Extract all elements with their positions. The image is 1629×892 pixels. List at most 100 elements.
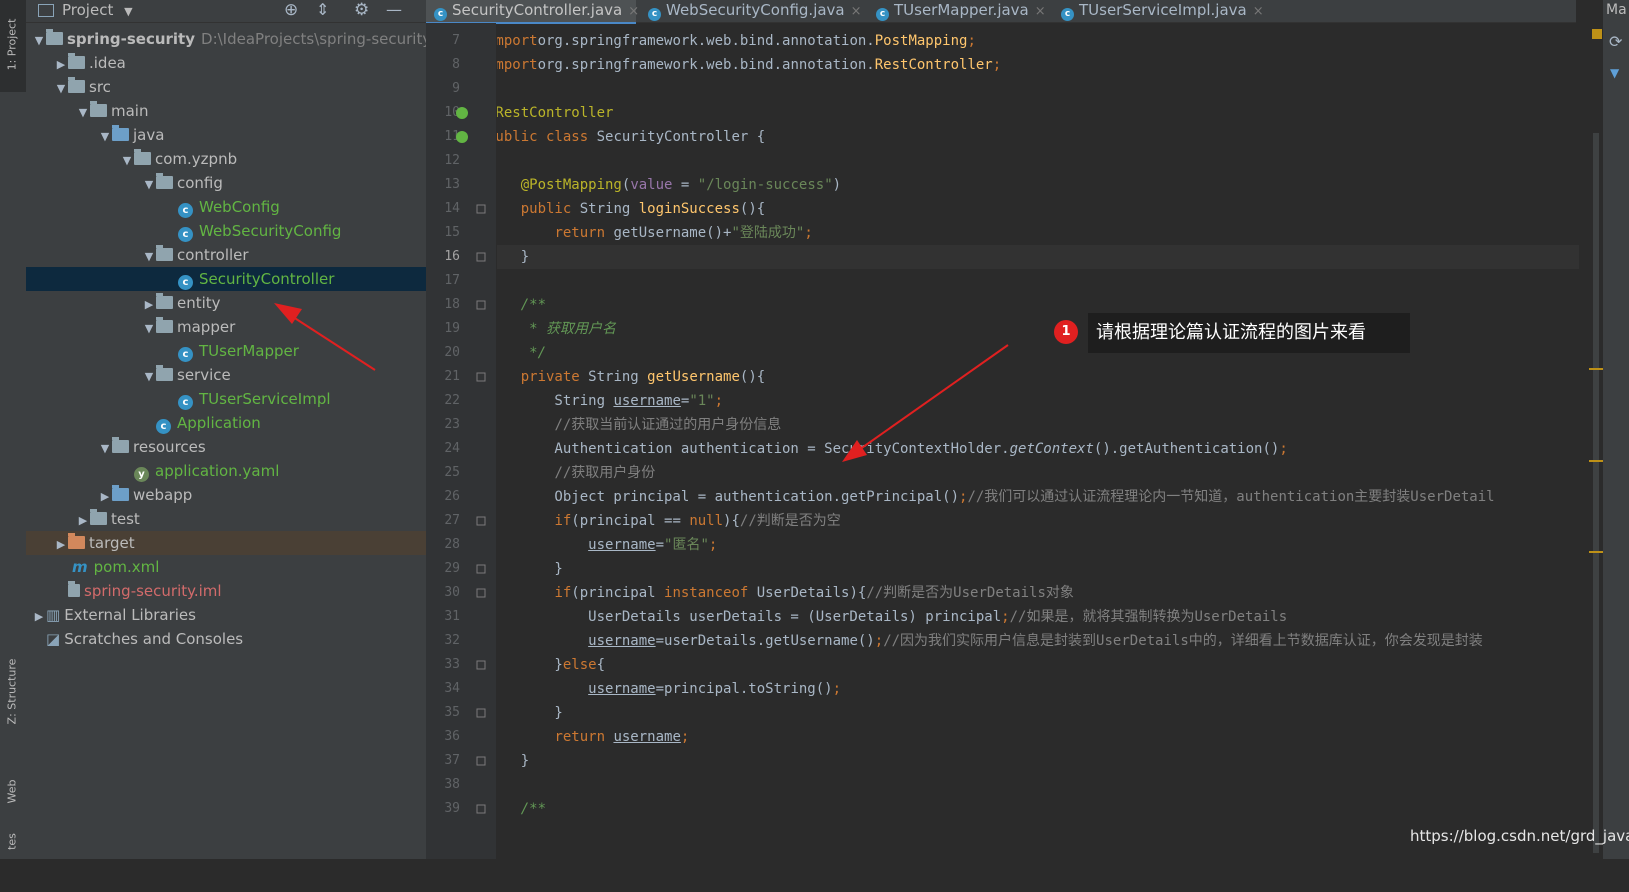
expand-down-icon[interactable]: ▼ <box>32 29 46 53</box>
tree-item[interactable]: spring-security.iml <box>26 579 426 603</box>
tree-item[interactable]: ▼ resources <box>26 435 426 459</box>
code-line: String username="1"; <box>497 389 723 413</box>
code-token: if <box>554 513 572 529</box>
java-class-icon: c <box>1061 8 1074 21</box>
tree-item[interactable]: ▶ test <box>26 507 426 531</box>
folder-icon <box>68 533 85 549</box>
code-token: ) <box>832 177 842 193</box>
java-class-icon: c <box>178 347 193 362</box>
folder-icon <box>156 293 173 309</box>
favorites-tool-tab[interactable]: tes <box>2 830 24 859</box>
java-class-icon: c <box>648 8 661 21</box>
tree-item[interactable]: c SecurityController <box>26 267 426 291</box>
fold-marker <box>476 252 486 262</box>
expand-down-icon[interactable]: ▼ <box>142 173 156 197</box>
tree-item[interactable]: ▶ webapp <box>26 483 426 507</box>
refresh-icon[interactable]: ⟳ <box>1609 32 1622 51</box>
tree-item[interactable]: c Application <box>26 411 426 435</box>
callout-number-badge: 1 <box>1054 320 1078 344</box>
tree-item-label: controller <box>177 246 249 264</box>
expand-down-icon[interactable]: ▼ <box>142 245 156 269</box>
tree-item[interactable]: c TUserServiceImpl <box>26 387 426 411</box>
expand-down-icon[interactable]: ▼ <box>76 101 90 125</box>
scratches-icon: ◪ <box>46 630 61 648</box>
expand-down-icon[interactable]: ▼ <box>98 125 112 149</box>
expand-down-icon[interactable]: ▼ <box>120 149 134 173</box>
expand-down-icon[interactable]: ▼ <box>54 77 68 101</box>
project-tool-tab[interactable]: 1: Project <box>0 0 26 92</box>
code-line: if(principal instanceof UserDetails){//判… <box>497 581 1073 605</box>
code-editor[interactable]: importorg.springframework.web.bind.annot… <box>497 23 1589 859</box>
scroll-thumb[interactable] <box>1593 133 1599 853</box>
tree-item[interactable]: ▶ .idea <box>26 51 426 75</box>
tree-item[interactable]: ▼ com.yzpnb <box>26 147 426 171</box>
expand-right-icon[interactable]: ▶ <box>54 53 68 77</box>
expand-right-icon[interactable]: ▶ <box>54 533 68 557</box>
expand-down-icon[interactable]: ▼ <box>142 317 156 341</box>
expand-right-icon[interactable]: ▶ <box>142 293 156 317</box>
tree-item[interactable]: c WebConfig <box>26 195 426 219</box>
tree-item[interactable]: y application.yaml <box>26 459 426 483</box>
tree-item-label: webapp <box>133 486 193 504</box>
tree-item[interactable]: ▶ entity <box>26 291 426 315</box>
tree-item-label: service <box>177 366 231 384</box>
code-token: Object principal = authentication.getPri… <box>497 489 960 505</box>
structure-tool-tab[interactable]: Z: Structure <box>2 640 24 750</box>
module-file-icon <box>68 581 80 597</box>
editor-scrollbar[interactable] <box>1589 23 1603 859</box>
close-icon[interactable]: × <box>628 4 639 19</box>
tree-item[interactable]: ▼ config <box>26 171 426 195</box>
locate-icon[interactable]: ⊕ <box>284 0 298 20</box>
tree-item-label: com.yzpnb <box>155 150 238 168</box>
folder-icon <box>156 173 173 189</box>
code-line: if(principal == null){//判断是否为空 <box>497 509 840 533</box>
tree-item[interactable]: ▼ controller <box>26 243 426 267</box>
tree-item[interactable]: c TUserMapper <box>26 339 426 363</box>
tree-item[interactable]: ▶ ▥ External Libraries <box>26 603 426 627</box>
editor-tab[interactable]: c TUserServiceImpl.java × <box>1053 0 1264 22</box>
expand-right-icon[interactable]: ▶ <box>76 509 90 533</box>
expand-right-icon[interactable]: ▶ <box>98 485 112 509</box>
code-token: username <box>613 729 681 745</box>
tree-item[interactable]: ▼ src <box>26 75 426 99</box>
tree-item[interactable]: ▼ java <box>26 123 426 147</box>
code-token: public class <box>497 129 589 145</box>
code-token: "/login-success" <box>697 177 833 193</box>
gear-icon[interactable]: ⚙ <box>354 0 369 20</box>
tree-item[interactable]: ◪ Scratches and Consoles <box>26 627 426 651</box>
code-token: value <box>630 177 673 193</box>
folder-icon <box>68 77 85 93</box>
project-view-selector[interactable]: Project ▼ <box>62 0 133 22</box>
editor-tab[interactable]: c WebSecurityConfig.java × <box>640 0 864 22</box>
tree-item-label: spring-security <box>67 30 196 48</box>
code-token: =userDetails.getUsername() <box>655 633 875 649</box>
tree-item[interactable]: c WebSecurityConfig <box>26 219 426 243</box>
maven-tab-label[interactable]: Ma <box>1606 0 1627 20</box>
left-tool-strip: 1: Project Z: Structure Web tes <box>0 0 27 859</box>
close-icon[interactable]: × <box>851 4 862 19</box>
close-icon[interactable]: × <box>1253 4 1264 19</box>
tree-item[interactable]: ▼ spring-security D:\IdeaProjects\spring-s… <box>26 27 431 53</box>
filter-icon[interactable]: ▼ <box>1610 66 1619 80</box>
collapse-all-icon[interactable]: ⇕ <box>316 0 329 20</box>
tree-item[interactable]: ▼ mapper <box>26 315 426 339</box>
expand-down-icon[interactable]: ▼ <box>98 437 112 461</box>
code-line: //获取当前认证通过的用户身份信息 <box>497 413 781 437</box>
editor-tab[interactable]: c TUserMapper.java × <box>868 0 1049 22</box>
tree-item-label: entity <box>177 294 221 312</box>
code-token: ; <box>1001 609 1010 625</box>
minimize-icon[interactable]: — <box>386 0 402 20</box>
code-line: importorg.springframework.web.bind.annot… <box>497 29 976 53</box>
expand-right-icon[interactable]: ▶ <box>32 605 46 629</box>
expand-down-icon[interactable]: ▼ <box>142 365 156 389</box>
close-icon[interactable]: × <box>1035 4 1046 19</box>
editor-tab[interactable]: c SecurityController.java × <box>426 0 639 24</box>
tree-item[interactable]: ▶ target <box>26 531 426 555</box>
tree-item[interactable]: ▼ main <box>26 99 426 123</box>
tree-item[interactable]: ▼ service <box>26 363 426 387</box>
tree-item[interactable]: m pom.xml <box>26 555 426 579</box>
